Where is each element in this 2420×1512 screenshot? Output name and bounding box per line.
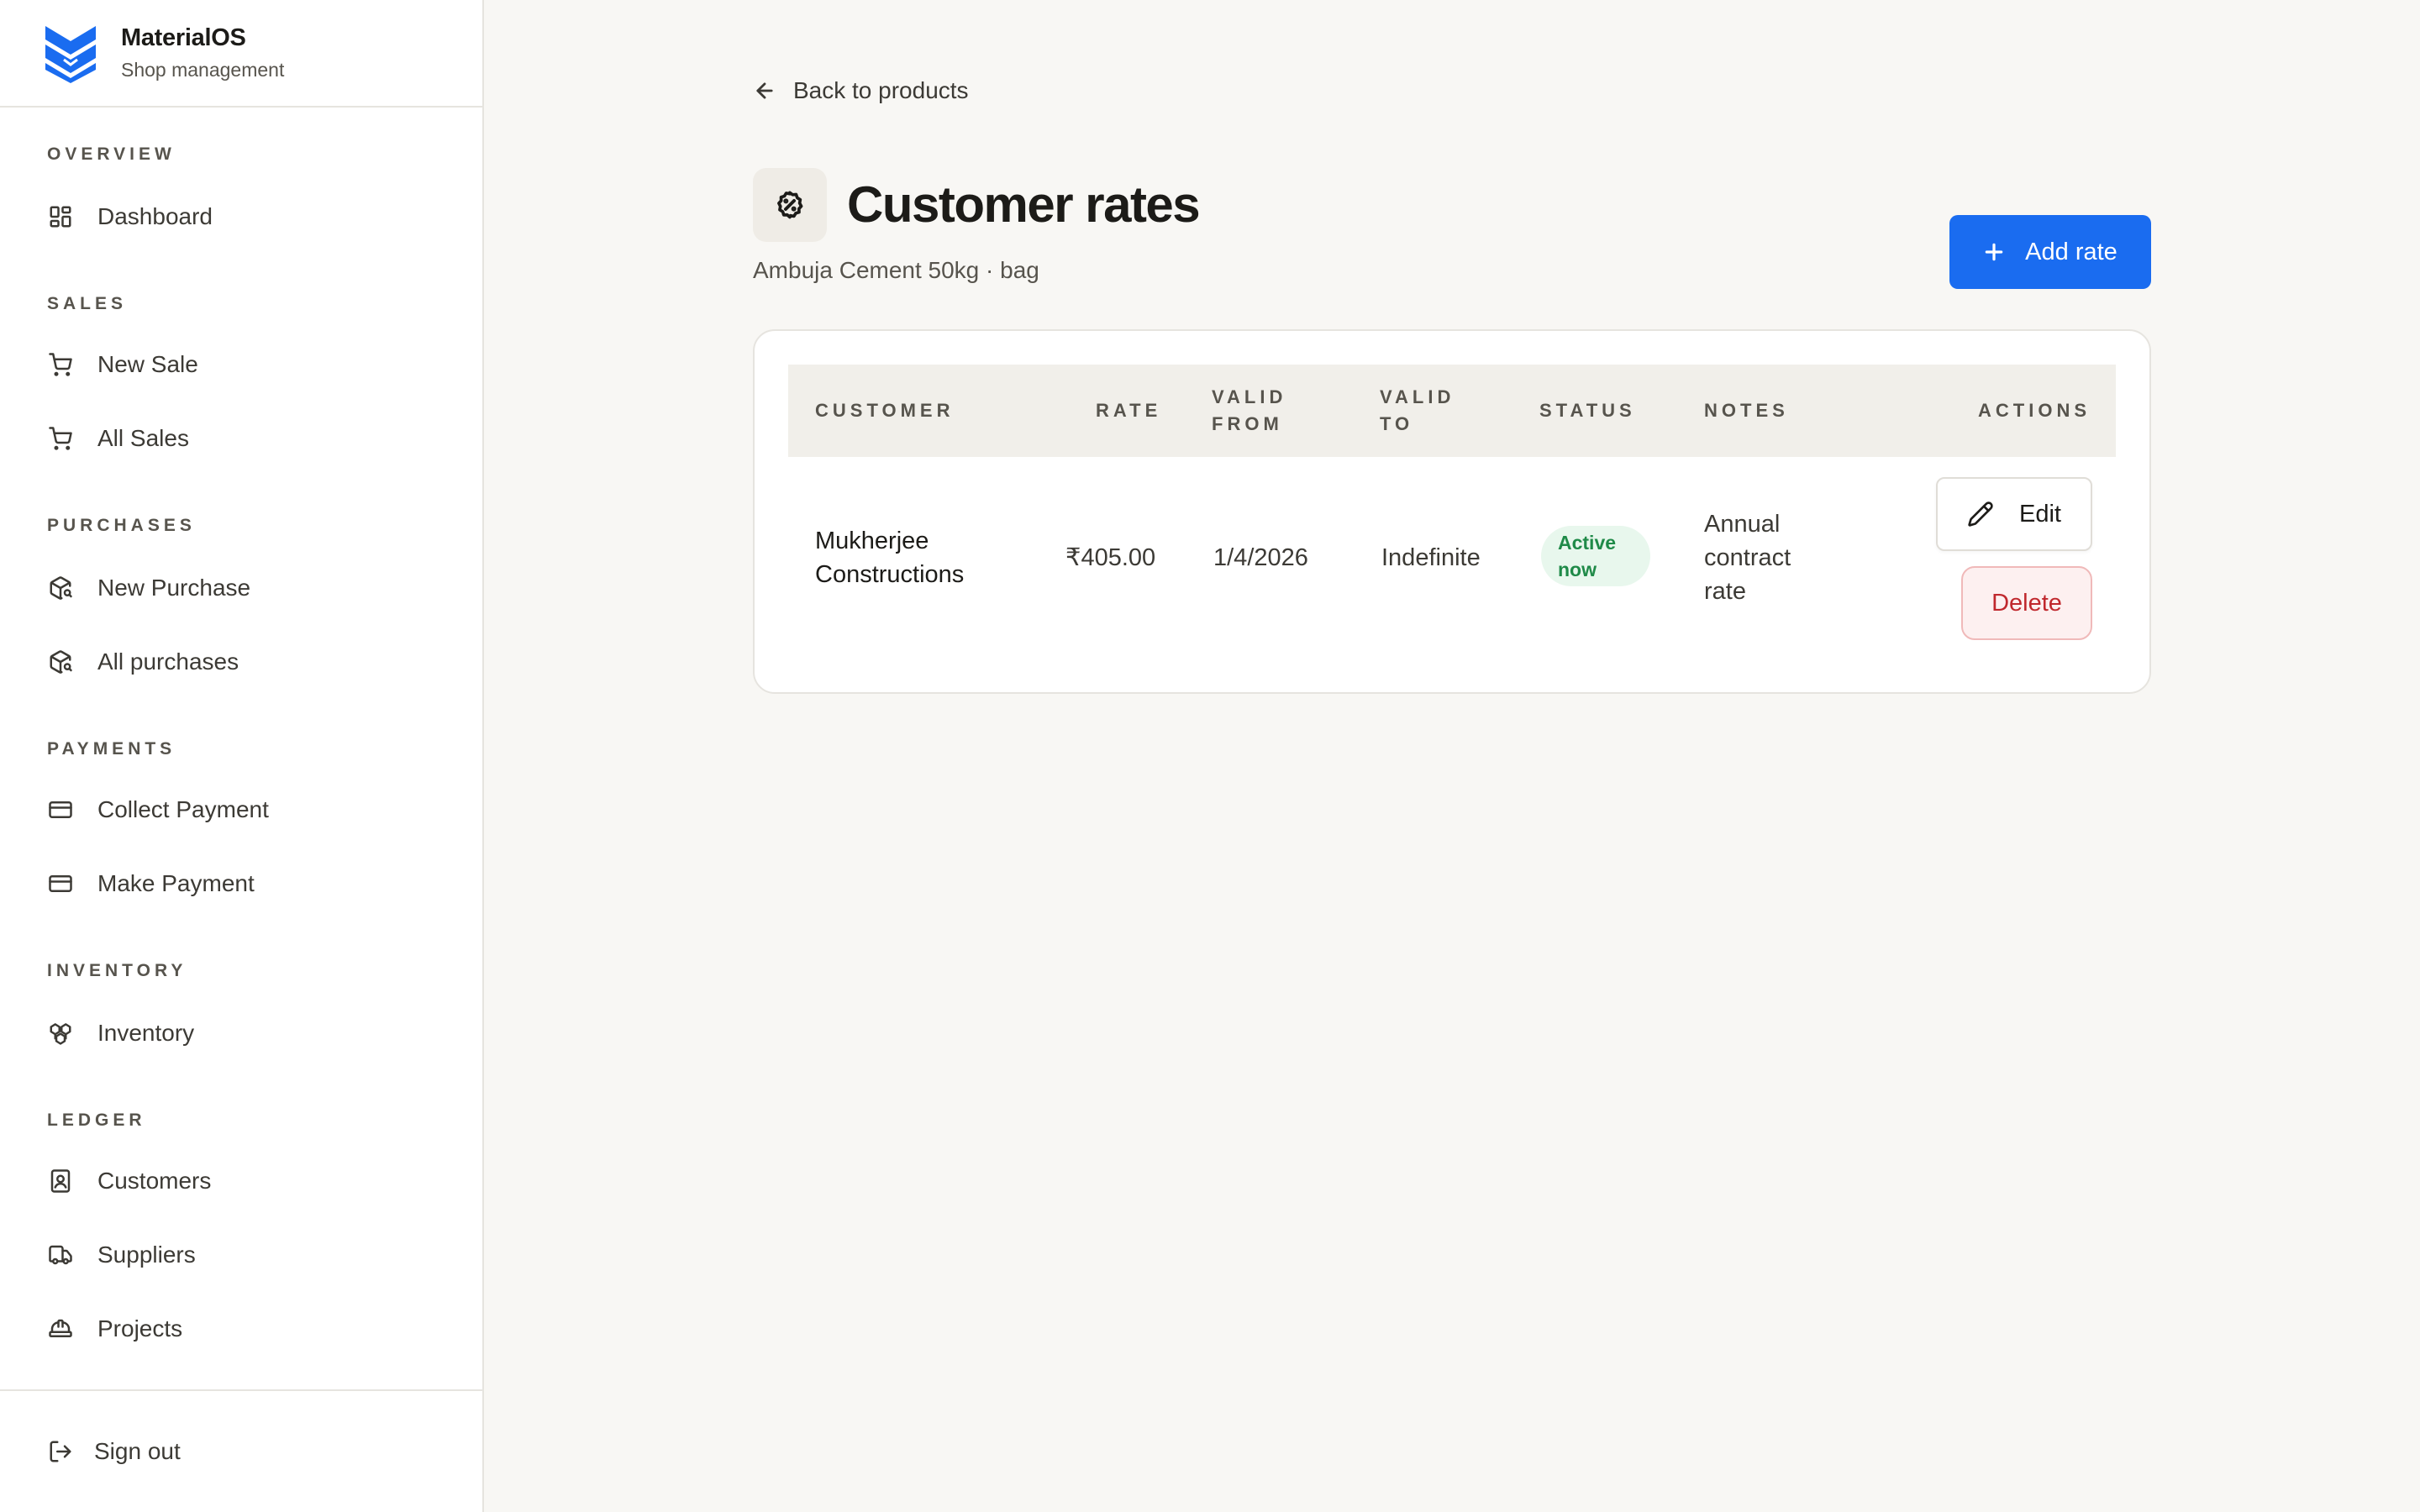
- column-header-status: STATUS: [1539, 400, 1636, 421]
- section-label-overview: OVERVIEW: [47, 144, 176, 164]
- add-rate-button[interactable]: Add rate: [1949, 215, 2151, 289]
- table-header: CUSTOMER RATE VALID FROM VALID TO STATUS…: [788, 365, 2116, 457]
- edit-button[interactable]: Edit: [1936, 477, 2092, 551]
- grid-icon: [47, 203, 74, 230]
- cart-icon: [47, 425, 74, 452]
- section-label-inventory: INVENTORY: [47, 961, 187, 980]
- cell-valid-to: Indefinite: [1381, 544, 1481, 571]
- cell-notes-line: contract: [1704, 544, 1791, 571]
- cell-valid-from: 1/4/2026: [1213, 544, 1308, 571]
- truck-icon: [47, 1242, 74, 1268]
- sidebar-item-label: Inventory: [97, 1020, 195, 1046]
- page-title: Customer rates: [847, 176, 1201, 233]
- log-out-icon: [47, 1438, 74, 1465]
- section-label-purchases: PURCHASES: [47, 516, 196, 535]
- delete-button[interactable]: Delete: [1961, 566, 2092, 640]
- page-subtitle: Ambuja Cement 50kg · bag: [753, 257, 1039, 283]
- sidebar-item-label: Projects: [97, 1315, 183, 1341]
- sidebar-item-new-purchase[interactable]: New Purchase: [47, 564, 250, 612]
- signout-button[interactable]: Sign out: [47, 1428, 181, 1475]
- package-search-icon: [47, 575, 74, 601]
- sidebar-item-label: Suppliers: [97, 1242, 196, 1268]
- column-header-notes: NOTES: [1704, 400, 1789, 421]
- sidebar: MaterialOS Shop management OVERVIEW Dash…: [0, 0, 484, 1512]
- section-label-ledger: LEDGER: [47, 1110, 146, 1130]
- column-header-valid-to: VALID TO: [1380, 365, 1455, 457]
- edit-button-label: Edit: [2019, 500, 2061, 528]
- status-badge-line: now: [1558, 559, 1597, 580]
- column-header-customer: CUSTOMER: [815, 400, 955, 421]
- delete-button-label: Delete: [1991, 589, 2062, 617]
- contact-icon: [47, 1168, 74, 1194]
- sidebar-item-dashboard[interactable]: Dashboard: [47, 193, 213, 240]
- column-header-valid-from: VALID FROM: [1212, 365, 1286, 457]
- sidebar-item-suppliers[interactable]: Suppliers: [47, 1231, 196, 1278]
- section-label-sales: SALES: [47, 294, 128, 313]
- back-to-products-link[interactable]: Back to products: [753, 74, 969, 108]
- column-header-rate: RATE: [1096, 400, 1162, 421]
- brand[interactable]: MaterialOS Shop management: [0, 0, 482, 108]
- sidebar-item-all-purchases[interactable]: All purchases: [47, 638, 239, 685]
- materialos-logo-icon: [45, 26, 96, 83]
- pencil-icon: [1968, 501, 1993, 527]
- hard-hat-icon: [47, 1315, 74, 1342]
- boxes-icon: [47, 1020, 74, 1047]
- sidebar-item-label: Customers: [97, 1168, 212, 1194]
- status-badge-line: Active: [1558, 532, 1617, 554]
- sidebar-item-label: All purchases: [97, 648, 239, 675]
- package-search-icon: [47, 648, 74, 675]
- arrow-left-icon: [756, 82, 773, 99]
- column-header-actions: ACTIONS: [1978, 400, 2091, 421]
- sidebar-item-collect-payment[interactable]: Collect Payment: [47, 786, 269, 833]
- sidebar-item-label: New Sale: [97, 351, 198, 377]
- badge-percent-icon: [753, 168, 827, 242]
- sidebar-item-customers[interactable]: Customers: [47, 1158, 211, 1205]
- cell-notes-line: Annual: [1704, 511, 1781, 538]
- sidebar-item-label: Dashboard: [97, 203, 213, 229]
- signout-label: Sign out: [94, 1438, 181, 1464]
- credit-card-icon: [47, 870, 74, 897]
- column-header-line: TO: [1380, 413, 1414, 434]
- column-header-line: FROM: [1212, 413, 1283, 434]
- sidebar-item-make-payment[interactable]: Make Payment: [47, 860, 255, 907]
- column-header-line: VALID: [1380, 386, 1455, 407]
- brand-subtitle: Shop management: [121, 59, 285, 81]
- sidebar-divider: [0, 1389, 482, 1391]
- sidebar-item-label: New Purchase: [97, 575, 251, 601]
- cart-icon: [47, 351, 74, 378]
- cell-customer: Mukherjee Constructions: [815, 524, 964, 591]
- sidebar-item-label: Make Payment: [97, 870, 255, 896]
- sidebar-item-new-sale[interactable]: New Sale: [47, 341, 198, 388]
- cell-customer-line: Constructions: [815, 561, 965, 588]
- plus-icon: [1985, 243, 2003, 261]
- status-badge: Active now: [1541, 526, 1650, 586]
- column-header-line: VALID: [1212, 386, 1287, 407]
- sidebar-item-inventory[interactable]: Inventory: [47, 1010, 194, 1057]
- cell-rate: ₹405.00: [1065, 544, 1156, 571]
- add-rate-label: Add rate: [2025, 238, 2118, 265]
- sidebar-item-projects[interactable]: Projects: [47, 1305, 182, 1352]
- cell-customer-line: Mukherjee: [815, 528, 929, 554]
- rates-table-card: CUSTOMER RATE VALID FROM VALID TO STATUS…: [753, 329, 2151, 694]
- section-label-payments: PAYMENTS: [47, 739, 176, 759]
- credit-card-icon: [47, 796, 74, 823]
- sidebar-item-all-sales[interactable]: All Sales: [47, 415, 189, 462]
- sidebar-item-label: Collect Payment: [97, 796, 269, 822]
- brand-name: MaterialOS: [121, 24, 246, 51]
- cell-notes: Annual contract rate: [1704, 507, 1791, 608]
- sidebar-item-label: All Sales: [97, 425, 189, 451]
- back-link-label: Back to products: [793, 77, 969, 103]
- cell-notes-line: rate: [1704, 578, 1746, 605]
